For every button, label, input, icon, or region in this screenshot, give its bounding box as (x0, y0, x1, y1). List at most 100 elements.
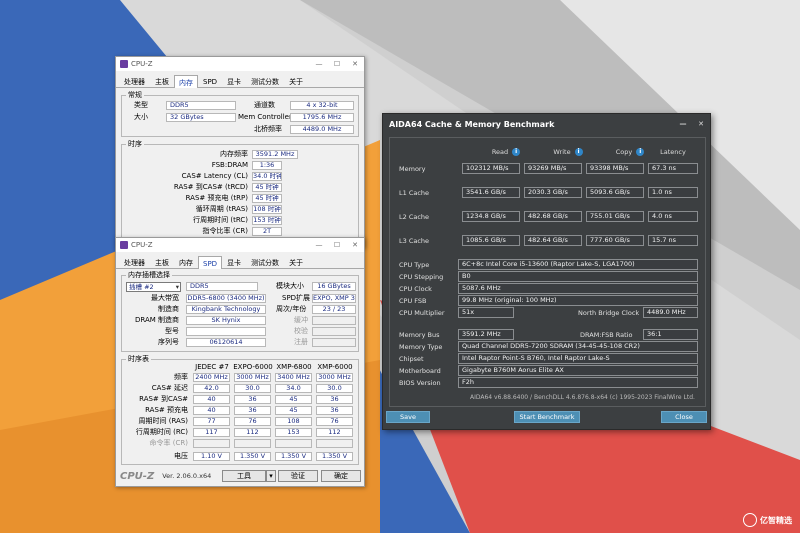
watermark: 亿智精选 (743, 513, 792, 527)
timing-value: 34.0 时钟 (252, 172, 282, 181)
cpu-stepping-label: CPU Stepping (399, 273, 444, 281)
timing-cell: 117 (193, 428, 230, 437)
mem-type-value: Quad Channel DDR5-7200 SDRAM (34-45-45-1… (458, 341, 698, 352)
ok-button[interactable]: 确定 (321, 470, 361, 482)
timing-table-group: 时序表 JEDEC #7 EXPO-6000 XMP-6800 XMP-6000… (121, 355, 359, 465)
write-header: Write i (538, 148, 598, 156)
memctrl-label: Mem Controller (238, 113, 292, 121)
tab-about[interactable]: 关于 (284, 255, 308, 268)
close-button[interactable]: Close (661, 411, 707, 423)
tab-memory[interactable]: 内存 (174, 75, 198, 88)
general-title: 常规 (126, 91, 144, 100)
timing-value: 2T (252, 227, 282, 236)
channels-value: 4 x 32-bit (290, 101, 354, 110)
maximize-icon[interactable]: ☐ (328, 238, 346, 252)
copy-header-label: Copy (615, 148, 633, 156)
timing-label: 行周期时间 (tRC) (193, 216, 248, 224)
close-icon[interactable]: ✕ (346, 57, 364, 71)
timing-cell: 1.350 V (275, 452, 312, 461)
bench-row-label: L3 Cache (399, 237, 430, 245)
latency-header-label: Latency (660, 148, 686, 156)
timings-title: 时序 (126, 140, 144, 149)
tab-mainboard[interactable]: 主板 (150, 74, 174, 87)
tab-spd[interactable]: SPD (198, 256, 223, 269)
tab-spd[interactable]: SPD (198, 74, 222, 87)
timing-row-label: 命令率 (CR) (149, 439, 188, 447)
spd-type-value: DDR5 (186, 282, 258, 291)
timing-cell (193, 439, 230, 448)
timing-value: 45 时钟 (252, 194, 282, 203)
bench-value: 5093.6 GB/s (586, 187, 644, 198)
timings-group: 时序 内存频率 3591.2 MHz FSB:DRAM 1:36 CAS# La… (121, 140, 359, 245)
chipset-value: Intel Raptor Point-S B760, Intel Raptor … (458, 353, 698, 364)
column-header: JEDEC #7 (195, 363, 229, 371)
timing-cell: 76 (316, 417, 353, 426)
minimize-icon[interactable]: — (310, 57, 328, 71)
timing-cell: 36 (234, 406, 271, 415)
timing-label: FSB:DRAM (211, 161, 248, 169)
maker-value: Kingbank Technology (186, 305, 266, 314)
aida64-copyright: AIDA64 v6.88.6400 / BenchDLL 4.6.876.8-x… (470, 394, 695, 401)
minimize-icon[interactable]: — (310, 238, 328, 252)
tab-bench[interactable]: 测试分数 (246, 74, 284, 87)
cpuz-spd-titlebar[interactable]: CPU-Z — ☐ ✕ (116, 238, 364, 252)
info-icon[interactable]: i (512, 148, 521, 156)
info-icon[interactable]: i (636, 148, 645, 156)
tab-graphics[interactable]: 显卡 (222, 255, 246, 268)
minimize-icon[interactable]: — (674, 114, 692, 134)
serial-value: 06120614 (186, 338, 266, 347)
check-value (312, 327, 356, 336)
maximize-icon[interactable]: ☐ (328, 57, 346, 71)
bench-value: 1085.6 GB/s (462, 235, 520, 246)
tools-button[interactable]: 工具 (222, 470, 266, 482)
type-value: DDR5 (166, 101, 236, 110)
start-benchmark-button[interactable]: Start Benchmark (514, 411, 580, 423)
aida64-titlebar[interactable]: AIDA64 Cache & Memory Benchmark — ✕ (383, 114, 710, 134)
watermark-text: 亿智精选 (760, 515, 792, 525)
size-value: 32 GBytes (166, 113, 236, 122)
timing-value: 153 时钟 (252, 216, 282, 225)
max-bw-value: DDR5-6800 (3400 MHz) (186, 294, 266, 303)
close-icon[interactable]: ✕ (692, 114, 710, 134)
timing-cell: 36 (316, 406, 353, 415)
serial-label: 序列号 (158, 338, 179, 346)
window-title: CPU-Z (131, 241, 153, 249)
timing-cell: 108 (275, 417, 312, 426)
cpuz-spd-window: CPU-Z — ☐ ✕ 处理器 主板 内存 SPD 显卡 测试分数 关于 内存插… (115, 237, 365, 487)
tab-mainboard[interactable]: 主板 (150, 255, 174, 268)
tab-graphics[interactable]: 显卡 (222, 74, 246, 87)
slot-select[interactable]: 插槽 #2 (126, 282, 181, 292)
write-header-label: Write (553, 148, 571, 156)
bench-value: 102312 MB/s (462, 163, 520, 174)
tab-cpu[interactable]: 处理器 (119, 74, 150, 87)
cpu-stepping-value: B0 (458, 271, 698, 282)
bench-value: 482.68 GB/s (524, 211, 582, 222)
maker-label: 制造商 (158, 305, 179, 313)
cpuz-memory-window: CPU-Z — ☐ ✕ 处理器 主板 内存 SPD 显卡 测试分数 关于 常规 … (115, 56, 365, 248)
info-icon[interactable]: i (574, 148, 583, 156)
watermark-logo-icon (743, 513, 757, 527)
tab-memory[interactable]: 内存 (174, 255, 198, 268)
timing-cell: 30.0 (316, 384, 353, 393)
max-bw-label: 最大带宽 (151, 294, 179, 302)
timing-cell: 2400 MHz (193, 373, 230, 382)
registered-value (312, 338, 356, 347)
tab-about[interactable]: 关于 (284, 74, 308, 87)
mem-bus-value: 3591.2 MHz (458, 329, 514, 340)
general-group: 常规 类型 DDR5 大小 32 GBytes 通道数 4 x 32-bit M… (121, 91, 359, 137)
timing-cell: 45 (275, 406, 312, 415)
timing-row-label: 周期时间 (RAS) (138, 417, 189, 425)
cpu-fsb-label: CPU FSB (399, 297, 427, 305)
close-icon[interactable]: ✕ (346, 238, 364, 252)
timing-cell: 40 (193, 395, 230, 404)
tab-bench[interactable]: 测试分数 (246, 255, 284, 268)
cpuz-memory-titlebar[interactable]: CPU-Z — ☐ ✕ (116, 57, 364, 71)
column-header: XMP-6000 (317, 363, 353, 371)
timing-row-label: RAS# 预充电 (145, 406, 188, 414)
memctrl-value: 1795.6 MHz (290, 113, 354, 122)
save-button[interactable]: Save (386, 411, 430, 423)
validate-button[interactable]: 验证 (278, 470, 318, 482)
tab-cpu[interactable]: 处理器 (119, 255, 150, 268)
tools-dropdown-icon[interactable]: ▾ (266, 470, 276, 482)
channels-label: 通道数 (254, 101, 275, 109)
